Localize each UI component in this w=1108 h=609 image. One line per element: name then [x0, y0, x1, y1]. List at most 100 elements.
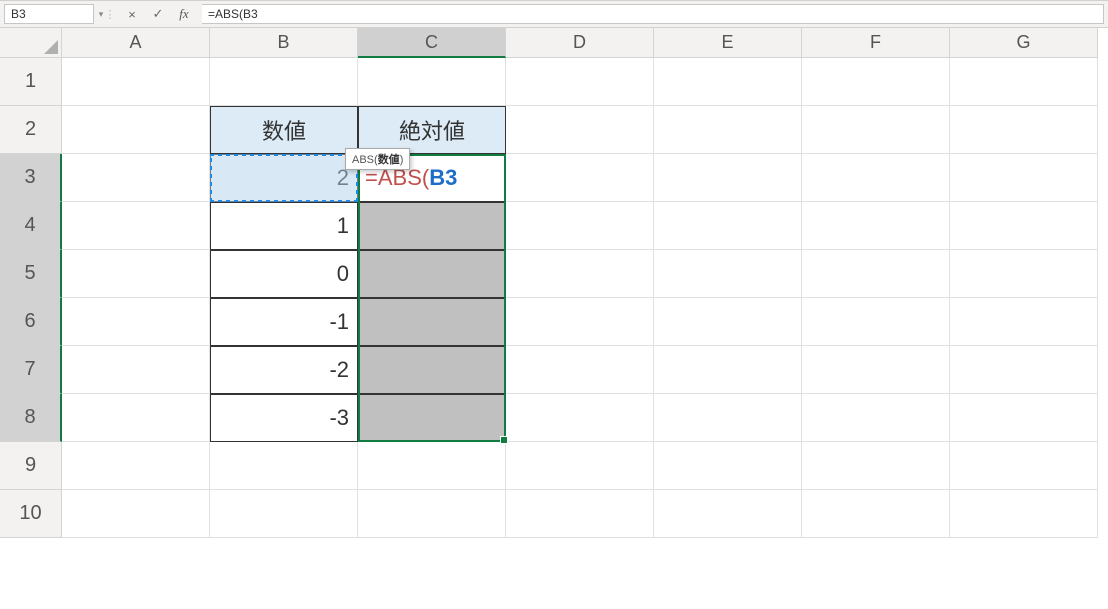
cell-F6[interactable]	[802, 298, 950, 346]
column-header-G[interactable]: G	[950, 28, 1098, 58]
cell-G10[interactable]	[950, 490, 1098, 538]
cell-D7[interactable]	[506, 346, 654, 394]
cell-E5[interactable]	[654, 250, 802, 298]
cell-grid[interactable]: 数値 絶対値 2 1 0 -1	[62, 58, 1098, 538]
tooltip-arg: 数値	[378, 154, 400, 166]
name-box[interactable]: B3	[4, 4, 94, 24]
cell-D9[interactable]	[506, 442, 654, 490]
cell-C5[interactable]	[358, 250, 506, 298]
cell-E7[interactable]	[654, 346, 802, 394]
cell-E2[interactable]	[654, 106, 802, 154]
cell-C2[interactable]: 絶対値	[358, 106, 506, 154]
cell-A4[interactable]	[62, 202, 210, 250]
separator: ⋮	[106, 8, 114, 21]
cell-A6[interactable]	[62, 298, 210, 346]
cancel-button[interactable]: ×	[122, 4, 142, 24]
cell-F7[interactable]	[802, 346, 950, 394]
cell-B7[interactable]: -2	[210, 346, 358, 394]
row-header-10[interactable]: 10	[0, 490, 62, 538]
enter-button[interactable]: ✓	[148, 4, 168, 24]
cell-B5[interactable]: 0	[210, 250, 358, 298]
formula-input[interactable]: =ABS(B3	[202, 4, 1104, 24]
cell-B10[interactable]	[210, 490, 358, 538]
cell-D1[interactable]	[506, 58, 654, 106]
select-all-cells[interactable]	[0, 28, 62, 58]
row-header-9[interactable]: 9	[0, 442, 62, 490]
tooltip-close: )	[400, 154, 404, 166]
cell-A3[interactable]	[62, 154, 210, 202]
row-header-7[interactable]: 7	[0, 346, 62, 394]
cell-G3[interactable]	[950, 154, 1098, 202]
column-header-E[interactable]: E	[654, 28, 802, 58]
cell-B4[interactable]: 1	[210, 202, 358, 250]
row-header-8[interactable]: 8	[0, 394, 62, 442]
column-header-B[interactable]: B	[210, 28, 358, 58]
cell-G9[interactable]	[950, 442, 1098, 490]
cell-F8[interactable]	[802, 394, 950, 442]
cell-B1[interactable]	[210, 58, 358, 106]
cell-D2[interactable]	[506, 106, 654, 154]
column-headers: A B C D E F G	[62, 28, 1098, 58]
row-header-5[interactable]: 5	[0, 250, 62, 298]
cell-B9[interactable]	[210, 442, 358, 490]
cell-G5[interactable]	[950, 250, 1098, 298]
cell-D10[interactable]	[506, 490, 654, 538]
fx-button[interactable]: fx	[174, 4, 194, 24]
cell-G7[interactable]	[950, 346, 1098, 394]
column-header-C[interactable]: C	[358, 28, 506, 58]
cell-D8[interactable]	[506, 394, 654, 442]
cell-F2[interactable]	[802, 106, 950, 154]
column-header-A[interactable]: A	[62, 28, 210, 58]
cell-B8[interactable]: -3	[210, 394, 358, 442]
cell-E10[interactable]	[654, 490, 802, 538]
column-header-F[interactable]: F	[802, 28, 950, 58]
function-tooltip[interactable]: ABS(数値)	[345, 148, 410, 170]
cell-C9[interactable]	[358, 442, 506, 490]
cell-A5[interactable]	[62, 250, 210, 298]
cell-G2[interactable]	[950, 106, 1098, 154]
tooltip-fn: ABS(	[352, 154, 378, 166]
row-header-3[interactable]: 3	[0, 154, 62, 202]
cell-E8[interactable]	[654, 394, 802, 442]
cell-F1[interactable]	[802, 58, 950, 106]
cell-F5[interactable]	[802, 250, 950, 298]
cell-C7[interactable]	[358, 346, 506, 394]
cell-A7[interactable]	[62, 346, 210, 394]
cell-G4[interactable]	[950, 202, 1098, 250]
cell-F3[interactable]	[802, 154, 950, 202]
cell-C10[interactable]	[358, 490, 506, 538]
row-header-6[interactable]: 6	[0, 298, 62, 346]
cell-F4[interactable]	[802, 202, 950, 250]
cell-B2[interactable]: 数値	[210, 106, 358, 154]
cell-A9[interactable]	[62, 442, 210, 490]
row-header-2[interactable]: 2	[0, 106, 62, 154]
cell-G1[interactable]	[950, 58, 1098, 106]
cell-F10[interactable]	[802, 490, 950, 538]
cell-D6[interactable]	[506, 298, 654, 346]
cell-E3[interactable]	[654, 154, 802, 202]
cell-B3[interactable]: 2	[210, 154, 358, 202]
cell-E6[interactable]	[654, 298, 802, 346]
cell-G6[interactable]	[950, 298, 1098, 346]
row-header-1[interactable]: 1	[0, 58, 62, 106]
cell-B6[interactable]: -1	[210, 298, 358, 346]
cell-C4[interactable]	[358, 202, 506, 250]
cell-A1[interactable]	[62, 58, 210, 106]
row-headers: 1 2 3 4 5 6 7 8 9 10	[0, 58, 62, 538]
row-header-4[interactable]: 4	[0, 202, 62, 250]
cell-C8[interactable]	[358, 394, 506, 442]
cell-E9[interactable]	[654, 442, 802, 490]
cell-E1[interactable]	[654, 58, 802, 106]
cell-D5[interactable]	[506, 250, 654, 298]
column-header-D[interactable]: D	[506, 28, 654, 58]
cell-F9[interactable]	[802, 442, 950, 490]
cell-D3[interactable]	[506, 154, 654, 202]
cell-G8[interactable]	[950, 394, 1098, 442]
cell-C1[interactable]	[358, 58, 506, 106]
cell-D4[interactable]	[506, 202, 654, 250]
cell-A10[interactable]	[62, 490, 210, 538]
cell-C6[interactable]	[358, 298, 506, 346]
cell-E4[interactable]	[654, 202, 802, 250]
cell-A8[interactable]	[62, 394, 210, 442]
cell-A2[interactable]	[62, 106, 210, 154]
